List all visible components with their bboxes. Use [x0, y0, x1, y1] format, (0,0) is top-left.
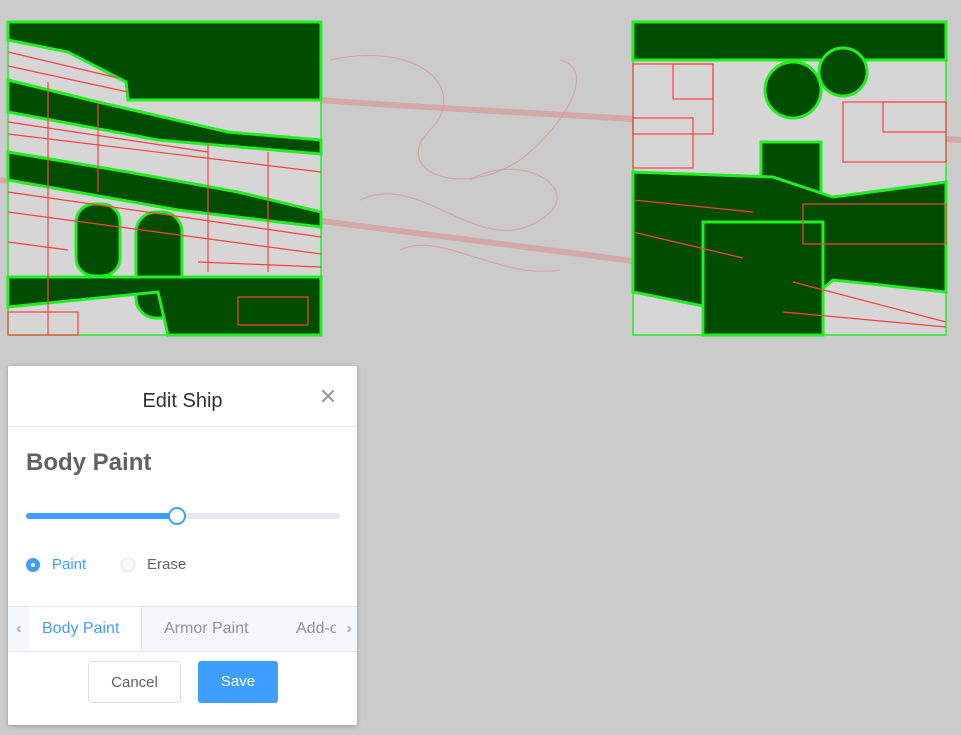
hull-dome-1 [763, 60, 823, 120]
tab-body-paint[interactable]: Body Paint [30, 607, 142, 651]
ship-canvas-area[interactable] [0, 0, 961, 345]
radio-erase-dot[interactable] [121, 558, 135, 572]
radio-paint-label[interactable]: Paint [52, 556, 86, 573]
paint-tabs: ‹ Body Paint Armor Paint Add-o › [8, 606, 357, 652]
trail-scribble-1 [329, 54, 578, 180]
cancel-button[interactable]: Cancel [88, 661, 181, 703]
radio-paint-dot[interactable] [26, 558, 40, 572]
dialog-title: Edit Ship [142, 390, 223, 412]
dialog-header: Edit Ship [8, 366, 357, 427]
hull-stern [701, 220, 825, 337]
slider-handle[interactable] [167, 507, 186, 525]
ship-left[interactable] [6, 20, 323, 337]
close-icon[interactable] [321, 389, 335, 403]
hull-top [631, 20, 948, 62]
slider-fill [26, 513, 177, 519]
chevron-left-icon[interactable]: ‹ [8, 607, 30, 651]
brush-size-slider[interactable] [26, 506, 340, 526]
ship-right[interactable] [631, 20, 948, 337]
hull-dome-2 [817, 46, 869, 98]
radio-erase-label[interactable]: Erase [147, 556, 186, 573]
edit-ship-dialog: Edit Ship Body Paint Paint Erase ‹ Body … [8, 366, 357, 725]
tab-add-ons[interactable]: Add-o [296, 607, 336, 651]
save-button[interactable]: Save [198, 661, 278, 703]
chevron-right-icon[interactable]: › [338, 607, 357, 651]
tab-armor-paint[interactable]: Armor Paint [164, 607, 268, 651]
panel-title: Body Paint [26, 449, 152, 476]
ship-canvas[interactable] [0, 0, 961, 345]
hull-pod-1 [74, 202, 122, 278]
